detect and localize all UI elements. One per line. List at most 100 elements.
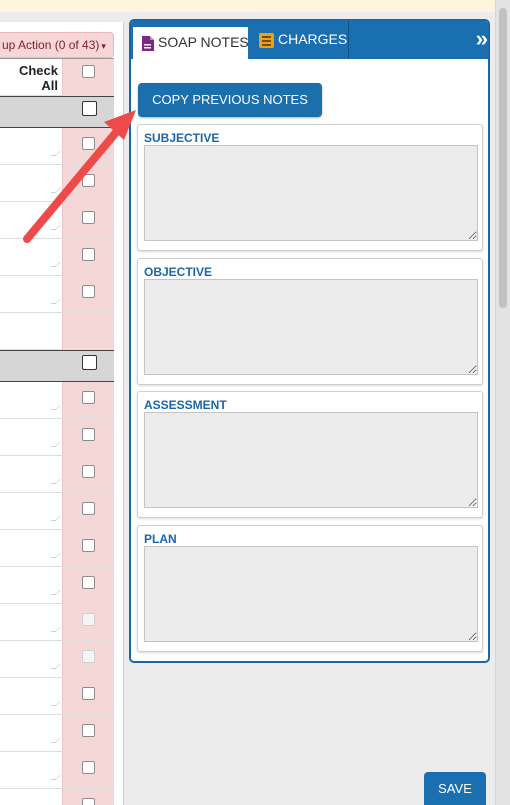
- tab-soap-notes-label: SOAP NOTES: [158, 34, 249, 50]
- group-action-dropdown[interactable]: up Action (0 of 43) ▾: [0, 32, 114, 58]
- row-note-field[interactable]: [0, 752, 62, 788]
- row-checkbox[interactable]: [82, 465, 95, 478]
- table-row: [0, 678, 114, 715]
- row-checkbox[interactable]: [82, 391, 95, 404]
- row-checkbox[interactable]: [82, 137, 95, 150]
- row-checkbox[interactable]: [82, 576, 95, 589]
- row-checkbox: [82, 613, 95, 626]
- row-checkbox[interactable]: [82, 502, 95, 515]
- double-chevron-right-icon[interactable]: »: [476, 28, 489, 50]
- resize-handle-icon[interactable]: [50, 775, 61, 780]
- row-checkbox[interactable]: [82, 539, 95, 552]
- subjective-textarea[interactable]: [144, 145, 478, 241]
- row-note-field[interactable]: [0, 715, 62, 751]
- subjective-label: SUBJECTIVE: [144, 131, 220, 145]
- resize-handle-icon[interactable]: [50, 738, 61, 743]
- checkbox-cell: [62, 530, 114, 566]
- resize-handle-icon[interactable]: [50, 627, 61, 632]
- copy-previous-notes-button[interactable]: COPY PREVIOUS NOTES: [138, 83, 322, 117]
- table-row: [0, 530, 114, 567]
- plan-textarea[interactable]: [144, 546, 478, 642]
- row-note-field[interactable]: [0, 202, 62, 238]
- check-all-checkbox[interactable]: [82, 65, 95, 78]
- row-checkbox[interactable]: [82, 248, 95, 261]
- plan-label: PLAN: [144, 532, 177, 546]
- resize-handle-icon[interactable]: [50, 151, 61, 156]
- empty-cell: [0, 313, 62, 349]
- resize-handle-icon[interactable]: [50, 701, 61, 706]
- row-note-field[interactable]: [0, 165, 62, 201]
- assessment-label: ASSESSMENT: [144, 398, 227, 412]
- resize-handle-icon[interactable]: [50, 188, 61, 193]
- checkbox-cell: [62, 641, 114, 677]
- scrollbar-thumb[interactable]: [499, 8, 507, 308]
- row-note-field[interactable]: [0, 382, 62, 418]
- row-checkbox[interactable]: [82, 211, 95, 224]
- table-row: [0, 641, 114, 678]
- row-note-field[interactable]: [0, 789, 62, 805]
- row-note-field[interactable]: [0, 567, 62, 603]
- checkbox-cell: [62, 128, 114, 164]
- resize-handle-icon[interactable]: [50, 442, 61, 447]
- appointment-grid-panel: up Action (0 of 43) ▾ Check All: [0, 22, 124, 805]
- row-note-field[interactable]: [0, 678, 62, 714]
- checkbox-cell: [62, 752, 114, 788]
- table-row: [0, 382, 114, 419]
- notes-panel: SOAP NOTES CHARGES » COPY PREVIOUS NOTES…: [129, 19, 490, 663]
- row-note-field[interactable]: [0, 128, 62, 164]
- subjective-section: SUBJECTIVE: [137, 124, 483, 251]
- objective-section: OBJECTIVE: [137, 258, 483, 385]
- check-all-label: Check All: [0, 59, 62, 95]
- resize-handle-icon[interactable]: [50, 225, 61, 230]
- group-header-row: [0, 96, 114, 128]
- row-checkbox[interactable]: [82, 724, 95, 737]
- table-row: [0, 752, 114, 789]
- group-header-row: [0, 350, 114, 382]
- checkbox-cell: [62, 165, 114, 201]
- group-checkbox[interactable]: [82, 101, 97, 116]
- table-row: [0, 604, 114, 641]
- table-row: [0, 239, 114, 276]
- row-checkbox[interactable]: [82, 687, 95, 700]
- assessment-textarea[interactable]: [144, 412, 478, 508]
- tab-charges[interactable]: CHARGES: [251, 21, 349, 59]
- checkbox-cell: [62, 59, 114, 95]
- row-note-field[interactable]: [0, 239, 62, 275]
- page-scrollbar[interactable]: [495, 0, 510, 805]
- resize-handle-icon[interactable]: [50, 479, 61, 484]
- table-row: [0, 128, 114, 165]
- group-action-label: up Action (0 of 43): [2, 38, 100, 52]
- row-checkbox[interactable]: [82, 428, 95, 441]
- row-checkbox[interactable]: [82, 798, 95, 805]
- appointment-grid: Check All: [0, 58, 114, 805]
- row-note-field[interactable]: [0, 419, 62, 455]
- objective-label: OBJECTIVE: [144, 265, 213, 279]
- row-note-field[interactable]: [0, 493, 62, 529]
- group-checkbox[interactable]: [82, 355, 97, 370]
- resize-handle-icon[interactable]: [50, 553, 61, 558]
- document-icon: [141, 35, 154, 51]
- row-note-field[interactable]: [0, 456, 62, 492]
- row-checkbox[interactable]: [82, 285, 95, 298]
- resize-handle-icon[interactable]: [50, 405, 61, 410]
- resize-handle-icon[interactable]: [50, 516, 61, 521]
- row-note-field[interactable]: [0, 530, 62, 566]
- resize-handle-icon[interactable]: [50, 590, 61, 595]
- row-note-field[interactable]: [0, 641, 62, 677]
- list-icon: [259, 32, 274, 48]
- row-note-field[interactable]: [0, 604, 62, 640]
- group-header-cell: [0, 97, 62, 127]
- table-row: [0, 202, 114, 239]
- resize-handle-icon[interactable]: [50, 664, 61, 669]
- tab-soap-notes[interactable]: SOAP NOTES: [132, 26, 249, 59]
- row-checkbox[interactable]: [82, 174, 95, 187]
- row-checkbox[interactable]: [82, 761, 95, 774]
- save-button[interactable]: SAVE: [424, 772, 486, 805]
- resize-handle-icon[interactable]: [50, 299, 61, 304]
- grid-header-row: Check All: [0, 59, 114, 96]
- resize-handle-icon[interactable]: [50, 262, 61, 267]
- checkbox-cell: [62, 313, 114, 349]
- row-note-field[interactable]: [0, 276, 62, 312]
- objective-textarea[interactable]: [144, 279, 478, 375]
- caret-down-icon: ▾: [101, 41, 106, 51]
